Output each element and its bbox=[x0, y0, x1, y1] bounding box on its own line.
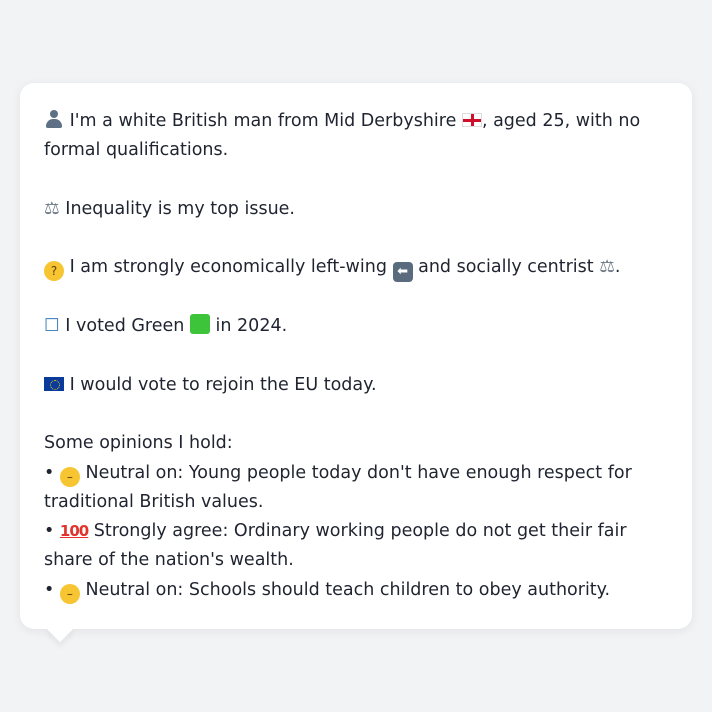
eu-flag-icon bbox=[44, 376, 64, 391]
balance-scale-icon: ⚖ bbox=[44, 198, 60, 219]
left-arrow-icon: ⬅ bbox=[392, 262, 413, 283]
thinking-face-icon: ? bbox=[44, 261, 64, 282]
profile-message-card: I'm a white British man from Mid Derbysh… bbox=[20, 83, 692, 629]
stance-line: ? I am strongly economically left-wing ⬅… bbox=[44, 253, 668, 283]
bullet: • bbox=[44, 462, 55, 483]
issue-text: Inequality is my top issue. bbox=[65, 198, 295, 219]
opinion-item: • – Neutral on: Young people today don't… bbox=[44, 459, 668, 518]
speech-bubble-tail-cover bbox=[42, 605, 82, 625]
eu-line: I would vote to rejoin the EU today. bbox=[44, 371, 668, 400]
profile-text: I'm a white British man from Mid Derbysh… bbox=[44, 107, 668, 605]
intro-text-a: I'm a white British man from Mid Derbysh… bbox=[69, 111, 457, 131]
eu-text: I would vote to rejoin the EU today. bbox=[69, 374, 377, 395]
opinion-item: • – Neutral on: Schools should teach chi… bbox=[44, 576, 668, 605]
bullet: • bbox=[44, 579, 55, 600]
opinion-stance: Neutral on: bbox=[85, 579, 184, 600]
opinion-item: • 100 Strongly agree: Ordinary working p… bbox=[44, 517, 668, 576]
england-flag-icon bbox=[461, 113, 482, 127]
vote-text-a: I voted Green bbox=[65, 316, 185, 337]
vote-line: ☐ I voted Green in 2024. bbox=[44, 312, 668, 341]
issue-line: ⚖ Inequality is my top issue. bbox=[44, 195, 668, 224]
green-square-icon bbox=[189, 314, 210, 335]
opinion-text: Schools should teach children to obey au… bbox=[188, 579, 611, 600]
hundred-points-icon: 100 bbox=[59, 522, 89, 541]
neutral-face-icon: – bbox=[59, 466, 80, 487]
opinion-stance: Neutral on: bbox=[85, 462, 184, 483]
stance-text-b: and socially centrist bbox=[418, 257, 594, 278]
bullet: • bbox=[44, 521, 55, 542]
balance-scale-icon: ⚖ bbox=[599, 257, 615, 278]
opinion-stance: Strongly agree: bbox=[93, 521, 229, 542]
stance-end: . bbox=[614, 257, 621, 278]
vote-text-b: in 2024. bbox=[215, 316, 288, 337]
ballot-box-icon: ☐ bbox=[44, 316, 60, 337]
stance-text-a: I am strongly economically left-wing bbox=[69, 257, 387, 278]
person-icon bbox=[44, 109, 64, 129]
opinions-header: Some opinions I hold: bbox=[44, 433, 233, 454]
intro-line: I'm a white British man from Mid Derbysh… bbox=[44, 107, 668, 166]
neutral-face-icon: – bbox=[59, 583, 80, 604]
